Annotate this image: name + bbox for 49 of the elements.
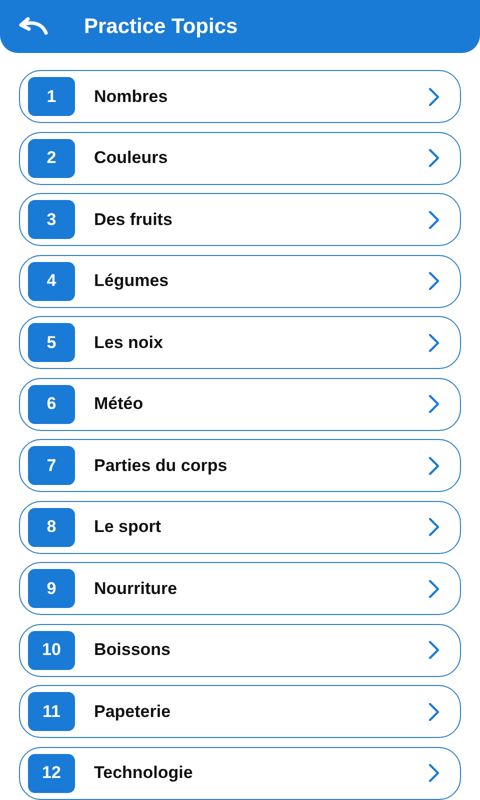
chevron-right-icon — [428, 86, 440, 106]
chevron-right-icon — [428, 271, 440, 291]
chevron-right-icon — [428, 640, 440, 660]
topic-number: 1 — [28, 77, 75, 116]
topic-label: Couleurs — [94, 148, 169, 168]
topic-label: Les noix — [94, 332, 164, 352]
chevron-right-icon — [428, 456, 440, 476]
topic-number: 5 — [28, 323, 75, 362]
topic-item[interactable]: 7 Parties du corps — [19, 439, 461, 492]
topic-number: 6 — [28, 384, 75, 424]
topic-number: 3 — [28, 200, 75, 239]
topic-item[interactable]: 2 Couleurs — [19, 132, 461, 184]
topic-label: Légumes — [94, 271, 170, 291]
topic-number: 9 — [28, 569, 75, 608]
topic-label: Boissons — [94, 640, 172, 660]
topic-item[interactable]: 9 Nourriture — [19, 562, 461, 615]
topic-label: Nourriture — [94, 578, 178, 598]
chevron-right-icon — [428, 763, 440, 783]
topic-label: Nombres — [94, 86, 169, 106]
topic-item[interactable]: 3 Des fruits — [19, 193, 461, 246]
chevron-right-icon — [428, 148, 440, 168]
topic-item[interactable]: 8 Le sport — [19, 500, 461, 554]
chevron-right-icon — [428, 578, 440, 598]
topic-number: 12 — [28, 754, 75, 792]
topic-item[interactable]: 6 Météo — [19, 378, 461, 430]
chevron-right-icon — [428, 210, 440, 230]
topic-item[interactable]: 12 Technologie — [19, 746, 461, 800]
topic-number: 4 — [28, 262, 75, 300]
topic-label: Parties du corps — [94, 456, 228, 476]
topic-label: Météo — [94, 394, 144, 414]
topic-number: 11 — [28, 692, 75, 731]
chevron-right-icon — [428, 702, 440, 722]
topic-item[interactable]: 1 Nombres — [19, 70, 461, 123]
topic-number: 2 — [28, 138, 75, 178]
topic-label: Des fruits — [94, 210, 174, 230]
topic-item[interactable]: 11 Papeterie — [19, 685, 461, 738]
topic-label: Le sport — [94, 517, 162, 537]
chevron-right-icon — [428, 517, 440, 537]
topic-number: 10 — [28, 630, 75, 670]
chevron-right-icon — [428, 394, 440, 414]
page-title: Practice Topics — [84, 14, 238, 38]
topic-number: 7 — [28, 446, 75, 485]
chevron-right-icon — [428, 332, 440, 352]
topic-item[interactable]: 5 Les noix — [19, 316, 461, 369]
topic-label: Technologie — [94, 763, 194, 783]
topic-number: 8 — [28, 508, 75, 546]
topic-item[interactable]: 10 Boissons — [19, 624, 461, 676]
topic-item[interactable]: 4 Légumes — [19, 254, 461, 308]
topic-label: Papeterie — [94, 702, 172, 722]
